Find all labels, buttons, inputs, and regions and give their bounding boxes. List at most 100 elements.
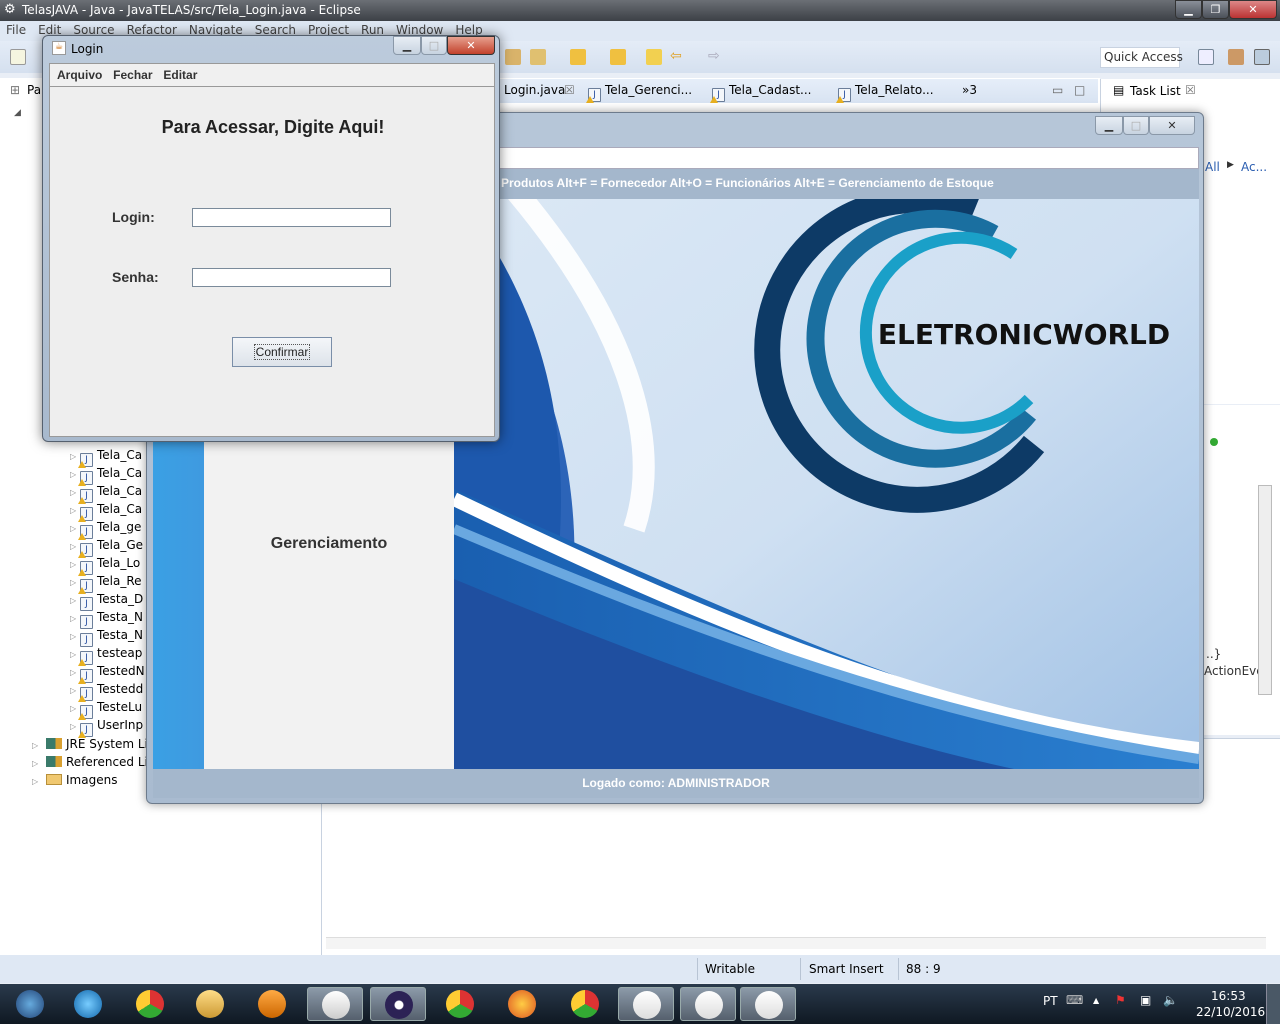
tree-item-label: Tela_Ge: [97, 538, 144, 552]
taskbar-java-button[interactable]: [740, 987, 796, 1021]
taskbar-chrome-button[interactable]: [557, 987, 613, 1021]
taskbar-java-button[interactable]: [618, 987, 674, 1021]
outline-item[interactable]: ActionEve: [1204, 664, 1264, 678]
tree-item[interactable]: ▷ JRE System Lib: [32, 735, 156, 753]
open-perspective-icon[interactable]: [1198, 49, 1214, 65]
file-explorer-icon: [196, 990, 224, 1018]
taskbar-internet-explorer-button[interactable]: [60, 987, 116, 1021]
chrome-icon: [446, 990, 474, 1018]
menu-arquivo[interactable]: Arquivo: [50, 64, 102, 82]
java-file-icon: J: [78, 453, 93, 468]
login-close-button[interactable]: ✕: [447, 36, 495, 55]
tab-tela-gerenci[interactable]: Tela_Gerenci...: [605, 83, 692, 97]
tab-tela-cadast[interactable]: Tela_Cadast...: [729, 83, 811, 97]
expand-arrow-icon[interactable]: ▷: [32, 773, 42, 791]
tree-item-label: Testedd: [97, 682, 144, 696]
notepad-icon: [322, 991, 350, 1019]
taskbar-notepad-button[interactable]: [307, 987, 363, 1021]
green-dot-icon: [1210, 438, 1218, 446]
tree-item-label: TestedN: [97, 664, 145, 678]
panel-title: Gerenciamento: [270, 535, 388, 552]
back-icon[interactable]: ⇦: [670, 48, 682, 64]
outline-item[interactable]: ..}: [1206, 647, 1221, 661]
status-bar: Writable Smart Insert 88 : 9: [0, 955, 1280, 983]
confirm-button[interactable]: Confirmar: [232, 337, 332, 367]
status-cursor-position: 88 : 9: [906, 962, 941, 976]
file-tree: ▷ J Tela_Ca ▷ J Tela_Ca ▷ J Tela_Ca ▷ J Tela_Ca ▷ J Te…: [70, 446, 145, 738]
java-perspective-icon[interactable]: [1254, 49, 1270, 65]
tab-tela-relato[interactable]: Tela_Relato...: [855, 83, 934, 97]
confirm-label: Confirmar: [253, 344, 311, 360]
brush-icon[interactable]: [530, 49, 546, 65]
outline-scrollbar[interactable]: [1258, 485, 1272, 695]
task-list-tab[interactable]: Task List: [1130, 84, 1181, 98]
java-file-icon: J: [78, 489, 93, 504]
clock-time[interactable]: 16:53: [1211, 989, 1246, 1003]
next-annotation-icon[interactable]: [570, 49, 586, 65]
taskbar-chrome-button[interactable]: [122, 987, 178, 1021]
login-minimize-button[interactable]: ▁: [393, 36, 421, 55]
close-button[interactable]: ✕: [1229, 0, 1277, 19]
more-tabs-button[interactable]: »3: [962, 83, 977, 97]
taskbar-java-button[interactable]: [680, 987, 736, 1021]
open-folder-icon[interactable]: [505, 49, 521, 65]
taskbar-start-button[interactable]: [2, 987, 58, 1021]
login-input[interactable]: [192, 208, 391, 227]
java-file-icon: J: [78, 651, 93, 666]
show-hidden-icons[interactable]: ▲: [1093, 996, 1099, 1005]
debug-perspective-icon[interactable]: [1228, 49, 1244, 65]
maximize-button[interactable]: ❐: [1202, 0, 1229, 19]
tree-item-label: testeap: [97, 646, 143, 660]
horizontal-scrollbar[interactable]: [326, 937, 1266, 949]
show-desktop-button[interactable]: [1266, 984, 1280, 1024]
tab-close-icon[interactable]: ☒: [564, 83, 575, 97]
package-explorer-tab[interactable]: Pa: [27, 83, 41, 97]
quick-access-input[interactable]: Quick Access: [1100, 47, 1183, 68]
folder-icon: [46, 774, 62, 785]
tree-item[interactable]: ▷ Imagens: [32, 771, 156, 789]
login-maximize-button[interactable]: □: [421, 36, 447, 55]
activate-link[interactable]: Ac...: [1241, 160, 1267, 174]
minimize-editor-icon[interactable]: ▭: [1052, 83, 1063, 97]
taskbar-media-player-button[interactable]: [244, 987, 300, 1021]
clock-date[interactable]: 22/10/2016: [1196, 1005, 1265, 1019]
login-heading: Para Acessar, Digite Aqui!: [161, 117, 385, 137]
java-file-icon: J: [836, 88, 851, 103]
menu-fechar[interactable]: Fechar: [106, 64, 152, 82]
prev-annotation-icon[interactable]: [610, 49, 626, 65]
taskbar-chrome-button[interactable]: [432, 987, 488, 1021]
action-center-icon[interactable]: ⚑: [1115, 993, 1126, 1007]
java-icon: [755, 991, 783, 1019]
java-file-icon: J: [80, 597, 93, 611]
minimize-button[interactable]: ▁: [1175, 0, 1202, 19]
new-icon[interactable]: [10, 49, 26, 65]
network-icon[interactable]: ▣: [1140, 993, 1151, 1007]
taskbar-eclipse-button[interactable]: [370, 987, 426, 1021]
all-link[interactable]: All: [1205, 160, 1220, 174]
tree-item[interactable]: ▷ J Tela_Ca: [70, 446, 145, 468]
windows-taskbar: PT ⌨ ▲ ⚑ ▣ 🔈 16:53 22/10/2016: [0, 984, 1280, 1024]
login-menu-bar: Arquivo Fechar Editar: [49, 63, 495, 87]
start-icon: [16, 990, 44, 1018]
tree-item-label: Testa_N: [97, 628, 143, 642]
forward-icon[interactable]: ⇨: [708, 48, 720, 64]
keyboard-icon[interactable]: ⌨: [1066, 993, 1083, 1007]
last-edit-icon[interactable]: [646, 49, 662, 65]
taskbar-file-explorer-button[interactable]: [182, 987, 238, 1021]
menu-file[interactable]: File: [0, 21, 32, 39]
close-tab-icon[interactable]: ☒: [1185, 83, 1196, 97]
collapse-arrow-icon[interactable]: ◢: [14, 108, 21, 118]
senha-input[interactable]: [192, 268, 391, 287]
app-close-button[interactable]: ✕: [1149, 116, 1195, 135]
taskbar-firefox-button[interactable]: [494, 987, 550, 1021]
maximize-editor-icon[interactable]: □: [1074, 83, 1085, 97]
tab-login-java[interactable]: Login.java: [504, 83, 565, 97]
app-maximize-button[interactable]: □: [1123, 116, 1149, 135]
volume-icon[interactable]: 🔈: [1163, 993, 1178, 1007]
tree-item-label: Tela_Lo: [97, 556, 141, 570]
tree-item[interactable]: ▷ Referenced Lib: [32, 753, 156, 771]
chrome-icon: [136, 990, 164, 1018]
app-minimize-button[interactable]: ▁: [1095, 116, 1123, 135]
language-indicator[interactable]: PT: [1043, 994, 1058, 1008]
menu-editar[interactable]: Editar: [156, 64, 197, 82]
